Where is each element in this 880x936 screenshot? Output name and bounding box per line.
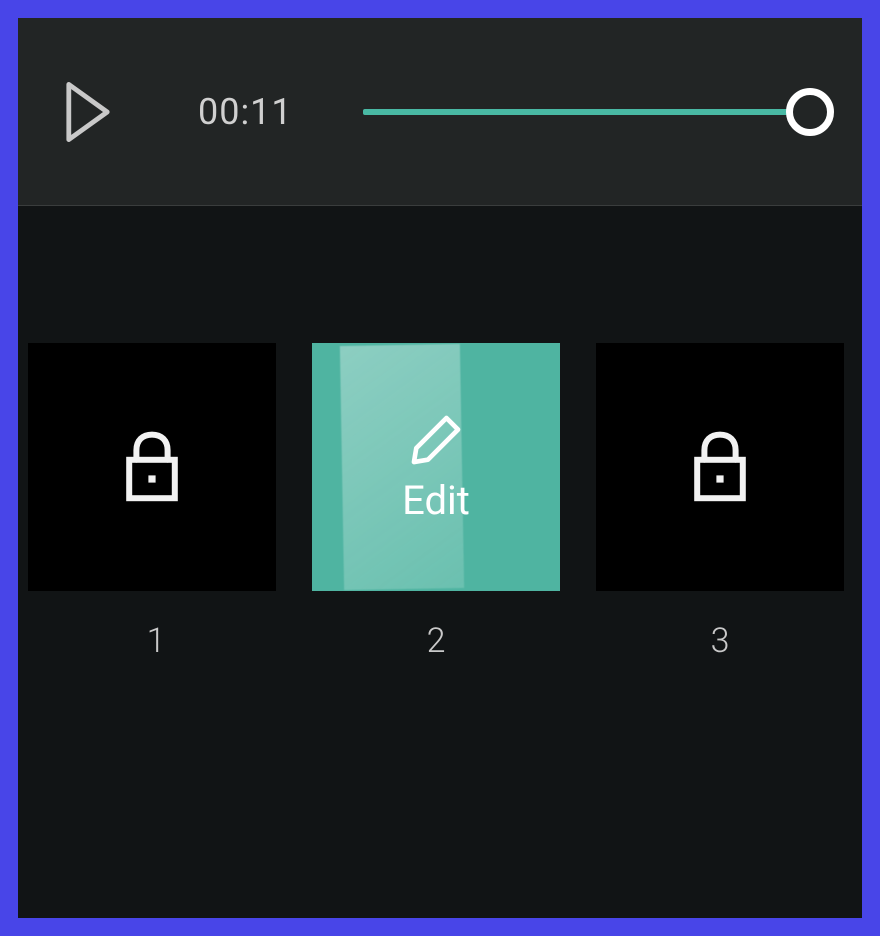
content-area: 1 Edit 2 bbox=[18, 206, 862, 918]
tile-number-2: 2 bbox=[427, 621, 446, 661]
tile-number-3: 3 bbox=[711, 621, 730, 661]
progress-handle[interactable] bbox=[786, 88, 834, 136]
tile-1[interactable] bbox=[28, 343, 276, 591]
edit-label: Edit bbox=[402, 477, 470, 524]
play-button[interactable] bbox=[58, 82, 118, 142]
pencil-icon bbox=[407, 411, 465, 469]
tile-number-1: 1 bbox=[147, 621, 166, 661]
tile-group-1: 1 bbox=[36, 343, 276, 661]
tile-group-2: Edit 2 bbox=[312, 343, 560, 661]
timecode-display: 00:11 bbox=[198, 91, 293, 133]
tile-2-edit[interactable]: Edit bbox=[312, 343, 560, 591]
lock-icon bbox=[689, 431, 751, 503]
tile-group-3: 3 bbox=[596, 343, 844, 661]
play-icon bbox=[61, 82, 115, 142]
tile-3[interactable] bbox=[596, 343, 844, 591]
tile-row: 1 Edit 2 bbox=[18, 343, 862, 661]
player-bar: 00:11 bbox=[18, 18, 862, 206]
progress-track bbox=[363, 109, 832, 115]
progress-bar[interactable] bbox=[363, 82, 832, 142]
lock-icon bbox=[121, 431, 183, 503]
app-frame: 00:11 1 bbox=[18, 18, 862, 918]
tile-overlay: Edit bbox=[402, 411, 470, 524]
